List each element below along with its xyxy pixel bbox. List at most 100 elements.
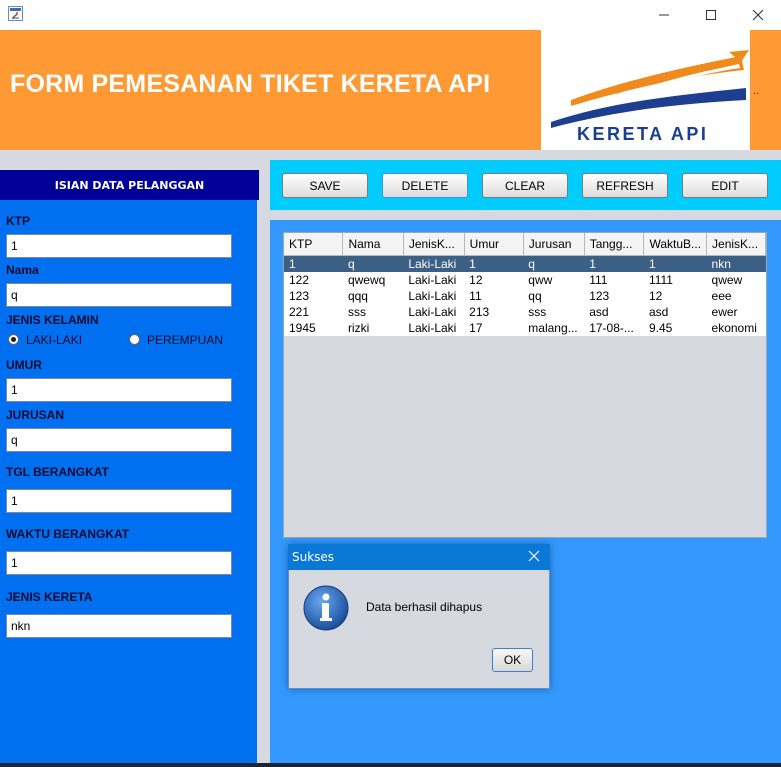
maximize-button[interactable] xyxy=(688,0,734,30)
table-row[interactable]: 1945 rizki Laki-Laki 17 malang... 17-08-... 9.… xyxy=(284,320,766,336)
ok-button[interactable]: OK xyxy=(492,648,533,672)
dialog-close-button[interactable] xyxy=(528,550,540,565)
column-header[interactable]: Umur xyxy=(464,233,524,256)
bottom-edge xyxy=(0,763,781,767)
table-cell: Laki-Laki xyxy=(403,255,465,272)
radio-laki-laki-label: LAKI-LAKI xyxy=(26,333,83,347)
table-cell: 213 xyxy=(464,304,524,320)
edit-button[interactable]: EDIT xyxy=(682,173,768,198)
table-cell: sss xyxy=(523,304,585,320)
radio-perempuan-label: PEREMPUAN xyxy=(147,333,224,347)
ktp-label: KTP xyxy=(6,214,30,228)
column-header[interactable]: WaktuB... xyxy=(643,233,708,256)
table-cell: Laki-Laki xyxy=(403,288,465,304)
table-row[interactable]: 123 qqq Laki-Laki 11 qq 123 12 eee xyxy=(284,288,766,304)
table-cell: malang... xyxy=(523,320,585,336)
table-header-row: KTP Nama JenisK... Umur Jurusan Tangg... Waktu… xyxy=(284,233,766,256)
waktu-berangkat-label: WAKTU BERANGKAT xyxy=(6,527,130,541)
table-cell: q xyxy=(523,255,585,272)
close-icon xyxy=(528,550,540,562)
table-cell: ewer xyxy=(706,304,766,320)
page-title: FORM PEMESANAN TIKET KERETA API xyxy=(10,70,491,98)
table-cell: rizki xyxy=(342,320,404,336)
radio-laki-laki[interactable]: LAKI-LAKI xyxy=(8,333,98,347)
table-cell: 17 xyxy=(464,320,524,336)
column-header[interactable]: JenisK... xyxy=(706,233,766,256)
table-cell: Laki-Laki xyxy=(403,304,465,320)
radio-laki-laki-indicator xyxy=(8,334,19,345)
form-panel-title: ISIAN DATA PELANGGAN xyxy=(0,170,259,200)
dialog-title: Sukses xyxy=(292,550,335,564)
table-cell: 122 xyxy=(284,272,343,288)
jurusan-label: JURUSAN xyxy=(6,408,65,422)
minimize-button[interactable] xyxy=(641,0,687,30)
save-button[interactable]: SAVE xyxy=(282,173,368,198)
jurusan-input[interactable]: q xyxy=(6,428,232,452)
table-cell: ekonomi xyxy=(706,320,766,336)
table-cell: 1 xyxy=(464,255,524,272)
table-row[interactable]: 221 sss Laki-Laki 213 sss asd asd ewer xyxy=(284,304,766,320)
header-dots: .. xyxy=(753,86,760,97)
table-row[interactable]: 1 q Laki-Laki 1 q 1 1 nkn xyxy=(284,255,766,272)
nama-input[interactable]: q xyxy=(6,283,232,307)
table-cell: sss xyxy=(342,304,404,320)
nama-label: Nama xyxy=(6,263,39,277)
data-table: KTP Nama JenisK... Umur Jurusan Tangg... Waktu… xyxy=(284,233,766,336)
table-cell: asd xyxy=(584,304,644,320)
table-cell: 123 xyxy=(584,288,644,304)
table-cell: 12 xyxy=(464,272,524,288)
maximize-icon xyxy=(706,10,716,20)
dialog-title-bar: Sukses xyxy=(288,544,550,570)
column-header[interactable]: KTP xyxy=(284,233,344,256)
tgl-berangkat-label: TGL BERANGKAT xyxy=(6,465,109,479)
table-cell: Laki-Laki xyxy=(403,272,465,288)
table-cell: 1111 xyxy=(643,272,707,288)
table-row[interactable]: 122 qwewq Laki-Laki 12 qww 111 1111 qwew xyxy=(284,272,766,288)
waktu-berangkat-input[interactable]: 1 xyxy=(6,551,232,575)
close-icon xyxy=(752,9,764,21)
java-app-icon xyxy=(8,6,23,21)
ktp-input[interactable]: 1 xyxy=(6,234,232,258)
column-header[interactable]: Tangg... xyxy=(584,233,645,256)
table-cell: 1 xyxy=(284,255,343,272)
table-cell: 11 xyxy=(464,288,524,304)
column-header[interactable]: Jurusan xyxy=(523,233,585,256)
info-icon xyxy=(303,585,349,634)
booking-table[interactable]: KTP Nama JenisK... Umur Jurusan Tangg... Waktu… xyxy=(283,232,767,538)
delete-button[interactable]: DELETE xyxy=(382,173,468,198)
tgl-berangkat-input[interactable]: 1 xyxy=(6,489,232,513)
gender-label: JENIS KELAMIN xyxy=(6,313,99,327)
radio-perempuan-indicator xyxy=(129,334,140,345)
table-cell: 123 xyxy=(284,288,343,304)
umur-label: UMUR xyxy=(6,358,42,372)
dialog-message: Data berhasil dihapus xyxy=(366,600,483,614)
umur-input[interactable]: 1 xyxy=(6,378,232,402)
table-cell: qww xyxy=(523,272,585,288)
table-cell: qwewq xyxy=(342,272,404,288)
table-cell: qq xyxy=(523,288,585,304)
table-cell: 17-08-... xyxy=(584,320,644,336)
close-window-button[interactable] xyxy=(735,0,781,30)
table-cell: Laki-Laki xyxy=(403,320,465,336)
radio-perempuan[interactable]: PEREMPUAN xyxy=(129,333,229,347)
minimize-icon xyxy=(659,14,669,16)
column-header[interactable]: Nama xyxy=(342,233,404,256)
column-header[interactable]: JenisK... xyxy=(403,233,465,256)
table-cell: 111 xyxy=(584,272,644,288)
table-cell: 221 xyxy=(284,304,343,320)
table-cell: qqq xyxy=(342,288,404,304)
clear-button[interactable]: CLEAR xyxy=(482,173,568,198)
table-cell: 1945 xyxy=(284,320,343,336)
table-cell: 9.45 xyxy=(643,320,707,336)
table-cell: asd xyxy=(643,304,707,320)
table-body: 1 q Laki-Laki 1 q 1 1 nkn 122 qwewq Laki-Laki 12 qww… xyxy=(284,255,766,336)
jenis-kereta-input[interactable]: nkn xyxy=(6,614,232,638)
table-cell: 1 xyxy=(643,255,707,272)
refresh-button[interactable]: REFRESH xyxy=(582,173,668,198)
jenis-kereta-label: JENIS KERETA xyxy=(6,590,93,604)
table-cell: qwew xyxy=(706,272,766,288)
table-cell: eee xyxy=(706,288,766,304)
table-cell: 12 xyxy=(643,288,707,304)
logo-text: KERETA API xyxy=(577,124,709,144)
table-cell: 1 xyxy=(584,255,644,272)
